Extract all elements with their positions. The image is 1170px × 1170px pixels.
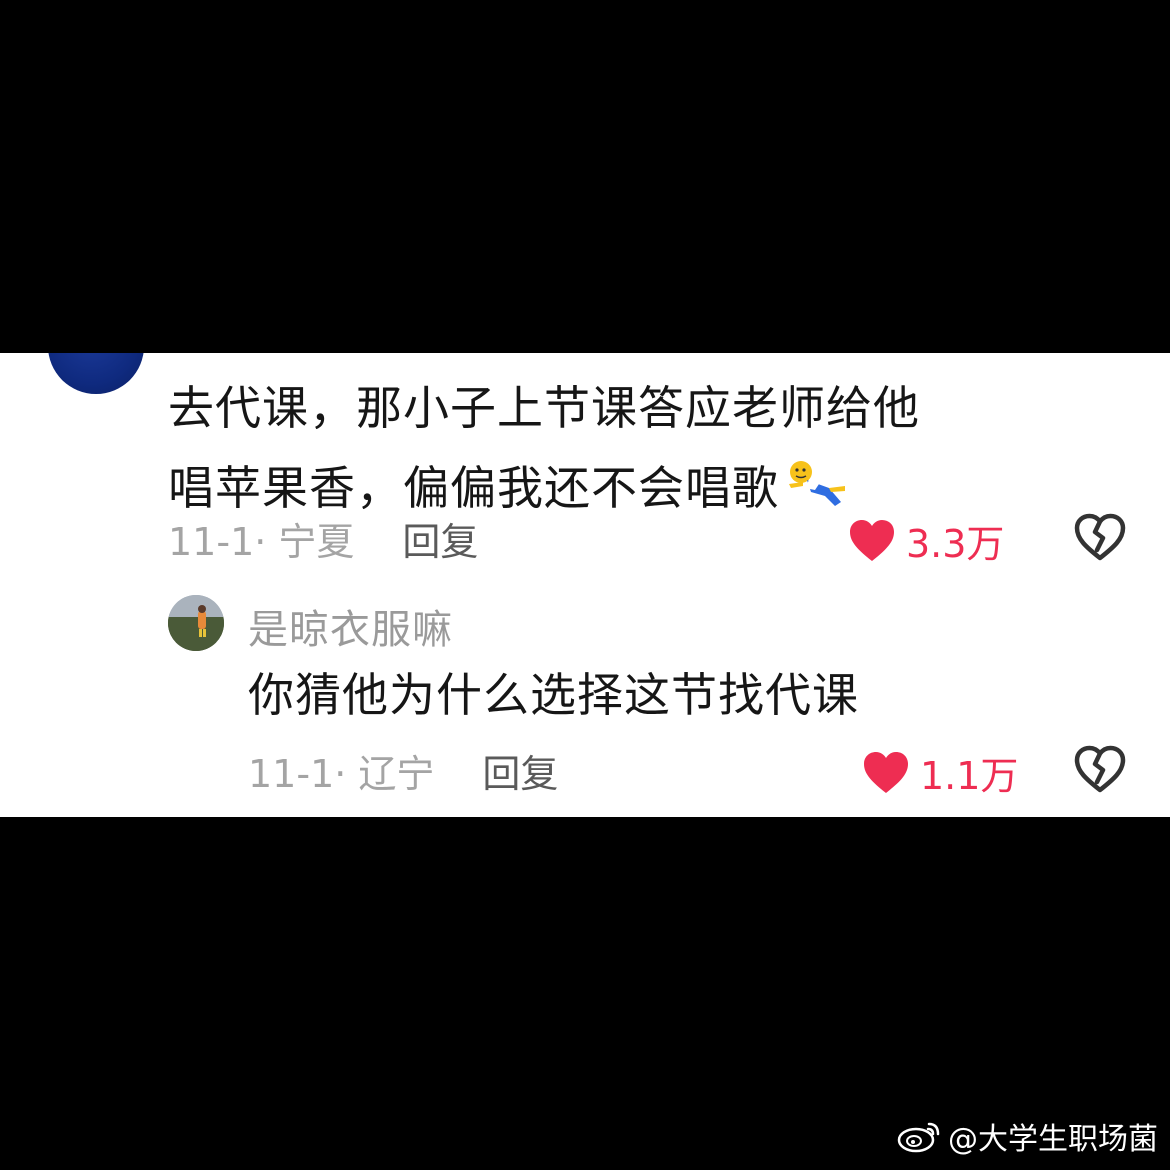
comment-like-button[interactable]: 3.3万: [848, 513, 1004, 568]
watermark-text: @大学生职场菌: [948, 1122, 1158, 1157]
comment-text-line-2-content: 唱苹果香，偏偏我还不会唱歌: [168, 461, 779, 515]
reply-date-location: 11-1· 辽宁: [248, 752, 435, 796]
heart-icon: [864, 751, 908, 793]
commenter-avatar[interactable]: [48, 353, 144, 394]
heart-icon: [850, 519, 894, 561]
reply-dislike-button[interactable]: [1074, 745, 1126, 797]
reply-user-avatar[interactable]: [168, 595, 224, 651]
broken-heart-icon: [1074, 745, 1126, 793]
comment-body: 去代课，那小子上节课答应老师给他 唱苹果香，偏偏我还不会唱歌: [168, 368, 1128, 534]
comment-text-line-1: 去代课，那小子上节课答应老师给他: [168, 381, 920, 435]
comment-reply-button[interactable]: 回复: [402, 511, 478, 566]
comment-like-count: 3.3万: [906, 522, 1005, 566]
broken-heart-icon: [1074, 513, 1126, 561]
reply-body: 你猜他为什么选择这节找代课: [248, 668, 859, 722]
comment-meta: 11-1· 宁夏 回复: [168, 511, 478, 566]
reply-like-button[interactable]: 1.1万: [862, 745, 1018, 800]
reply-reply-button[interactable]: 回复: [482, 743, 558, 798]
falling-person-emoji-icon: [785, 454, 847, 534]
screenshot-canvas: 去代课，那小子上节课答应老师给他 唱苹果香，偏偏我还不会唱歌 11-1· 宁夏: [0, 0, 1170, 1170]
reply-username[interactable]: 是晾衣服嘛: [248, 597, 453, 655]
comment-date-location: 11-1· 宁夏: [168, 520, 355, 564]
weibo-icon: [897, 1122, 940, 1153]
reply-like-count: 1.1万: [920, 754, 1019, 798]
comment-panel: 去代课，那小子上节课答应老师给他 唱苹果香，偏偏我还不会唱歌 11-1· 宁夏: [0, 353, 1170, 817]
comment-dislike-button[interactable]: [1074, 513, 1126, 565]
reply-meta: 11-1· 辽宁 回复: [248, 743, 558, 798]
weibo-watermark: @大学生职场菌: [896, 1114, 1158, 1158]
